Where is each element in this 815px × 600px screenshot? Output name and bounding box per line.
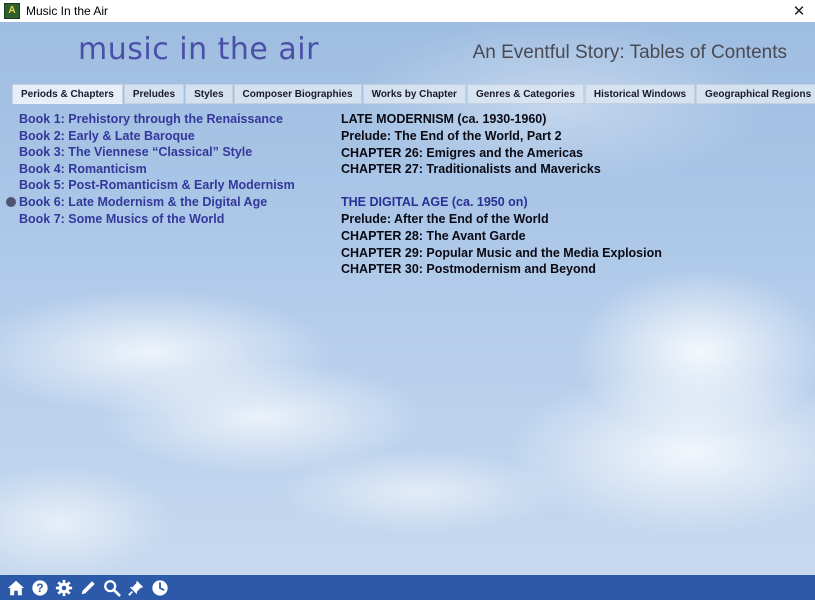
app-icon: A xyxy=(4,3,20,19)
tab-geographical-regions[interactable]: Geographical Regions xyxy=(696,84,815,104)
tab-historical-windows[interactable]: Historical Windows xyxy=(584,84,696,104)
home-button[interactable] xyxy=(6,578,26,598)
chapter-list: LATE MODERNISM (ca. 1930-1960) Prelude: … xyxy=(341,111,662,294)
clock-icon xyxy=(152,579,168,596)
close-icon: ✕ xyxy=(792,3,806,20)
history-button[interactable] xyxy=(150,578,170,598)
svg-text:?: ? xyxy=(36,582,43,595)
chapter-link[interactable]: CHAPTER 26: Emigres and the Americas xyxy=(341,145,662,162)
pencil-icon xyxy=(81,580,95,594)
tab-periods-chapters[interactable]: Periods & Chapters xyxy=(12,84,123,104)
chapter-link[interactable]: Prelude: After the End of the World xyxy=(341,211,662,228)
book-link-1[interactable]: Book 1: Prehistory through the Renaissan… xyxy=(19,111,295,128)
section-heading: LATE MODERNISM (ca. 1930-1960) xyxy=(341,112,547,126)
section-late-modernism: LATE MODERNISM (ca. 1930-1960) Prelude: … xyxy=(341,111,662,178)
section-heading: THE DIGITAL AGE (ca. 1950 on) xyxy=(341,195,528,210)
book-list: Book 1: Prehistory through the Renaissan… xyxy=(6,111,295,228)
search-icon xyxy=(104,579,121,597)
tab-genres-categories[interactable]: Genres & Categories xyxy=(466,84,584,104)
settings-button[interactable] xyxy=(54,578,74,598)
chapter-link[interactable]: CHAPTER 30: Postmodernism and Beyond xyxy=(341,261,662,278)
bookmark-button[interactable] xyxy=(126,578,146,598)
book-link-2[interactable]: Book 2: Early & Late Baroque xyxy=(19,128,295,145)
tab-styles[interactable]: Styles xyxy=(185,84,233,104)
title-bar: A Music In the Air ✕ xyxy=(0,0,815,23)
window-title: Music In the Air xyxy=(26,4,109,18)
book-link-6[interactable]: Book 6: Late Modernism & the Digital Age xyxy=(6,194,295,211)
section-digital-age: THE DIGITAL AGE (ca. 1950 on) Prelude: A… xyxy=(341,194,662,278)
tab-composer-biographies[interactable]: Composer Biographies xyxy=(233,84,362,104)
selected-bullet-icon xyxy=(6,196,16,207)
book-link-3[interactable]: Book 3: The Viennese “Classical” Style xyxy=(19,144,295,161)
chapter-link[interactable]: CHAPTER 28: The Avant Garde xyxy=(341,228,662,245)
chapter-link[interactable]: Prelude: The End of the World, Part 2 xyxy=(341,128,662,145)
book-link-5[interactable]: Book 5: Post-Romanticism & Early Moderni… xyxy=(19,177,295,194)
pin-icon xyxy=(128,580,144,596)
home-icon xyxy=(7,580,25,595)
search-button[interactable] xyxy=(102,578,122,598)
gear-icon xyxy=(55,579,73,596)
chapter-link[interactable]: CHAPTER 29: Popular Music and the Media … xyxy=(341,245,662,262)
edit-button[interactable] xyxy=(78,578,98,598)
close-button[interactable]: ✕ xyxy=(783,0,815,22)
tab-works-by-chapter[interactable]: Works by Chapter xyxy=(362,84,466,104)
bottom-toolbar: ? xyxy=(0,575,815,600)
tab-preludes[interactable]: Preludes xyxy=(123,84,185,104)
book-link-6-label: Book 6: Late Modernism & the Digital Age xyxy=(19,194,268,209)
help-button[interactable]: ? xyxy=(30,578,50,598)
book-link-4[interactable]: Book 4: Romanticism xyxy=(19,161,295,178)
tab-bar: Periods & Chapters Preludes Styles Compo… xyxy=(12,84,815,104)
content-area: music in the air An Eventful Story: Tabl… xyxy=(0,22,815,575)
help-icon: ? xyxy=(32,579,48,596)
app-logo: music in the air xyxy=(78,32,319,67)
book-link-7[interactable]: Book 7: Some Musics of the World xyxy=(19,211,295,228)
page-title: An Eventful Story: Tables of Contents xyxy=(472,42,787,63)
chapter-link[interactable]: CHAPTER 27: Traditionalists and Maverick… xyxy=(341,161,662,178)
